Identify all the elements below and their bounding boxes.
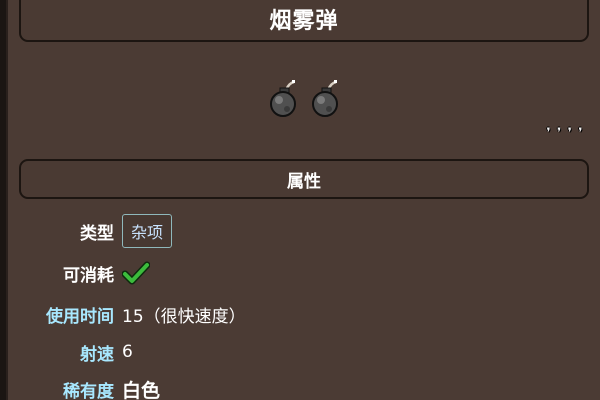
item-sprites	[266, 78, 344, 118]
attribute-row-consumable: 可消耗	[0, 256, 600, 290]
rarity-label: 稀有度	[63, 381, 114, 400]
attribute-row-rarity: 稀有度 白色	[0, 372, 600, 400]
rarity-value: 白色	[122, 379, 161, 400]
item-title: 烟雾弹	[269, 9, 339, 34]
use-time-value: 15（很快速度）	[122, 306, 246, 327]
attribute-row-type: 类型 杂项	[0, 214, 600, 248]
smoke-bomb-icon	[270, 80, 296, 117]
item-count-glyph: ❜❜❜❜	[543, 124, 586, 143]
attribute-row-use-time: 使用时间 15（很快速度）	[0, 297, 600, 331]
speed-value: 6	[122, 342, 133, 362]
consumable-label: 可消耗	[63, 265, 114, 286]
attribute-row-speed: 射速 6	[0, 335, 600, 369]
type-tag[interactable]: 杂项	[122, 214, 173, 248]
section-header: 属性	[19, 159, 589, 199]
smoke-bomb-icon	[312, 80, 338, 117]
use-time-label: 使用时间	[46, 306, 114, 327]
checkmark-icon	[122, 261, 150, 285]
type-label: 类型	[80, 223, 114, 244]
section-title: 属性	[287, 171, 321, 192]
speed-label: 射速	[80, 344, 114, 365]
item-title-bar: 烟雾弹	[19, 0, 589, 42]
